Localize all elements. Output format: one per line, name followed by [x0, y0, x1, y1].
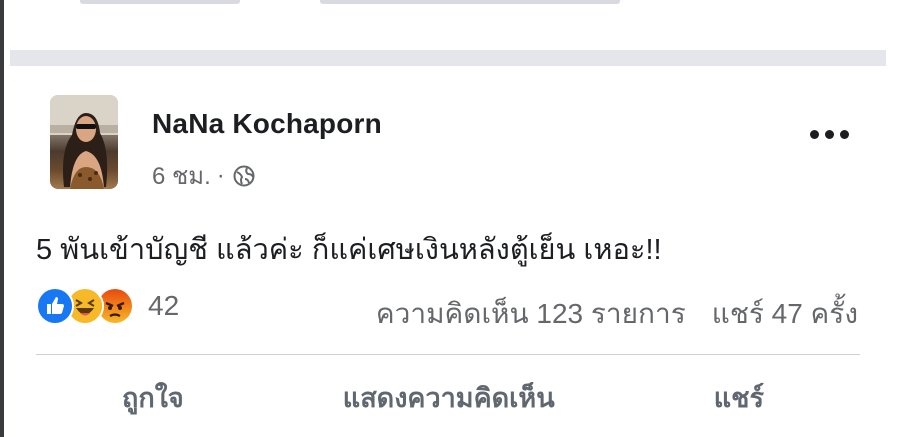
reactions-summary[interactable]: 42	[36, 287, 179, 325]
previous-post-button-remnant	[80, 0, 240, 4]
screenshot-frame: NaNa Kochaporn 6 ชม. · 5 พันเข้าบัญชี แล…	[0, 0, 900, 437]
avatar[interactable]	[50, 95, 118, 189]
post-text: 5 พันเข้าบัญชี แล้วค่ะ ก็แค่เศษเงินหลังต…	[36, 234, 662, 266]
left-edge	[0, 0, 4, 437]
post-card: NaNa Kochaporn 6 ชม. · 5 พันเข้าบัญชี แล…	[10, 66, 886, 437]
meta-separator: ·	[216, 161, 225, 189]
reaction-count: 42	[148, 290, 180, 321]
dot	[840, 129, 849, 139]
comment-count[interactable]: ความคิดเห็น 123 รายการ	[376, 298, 686, 329]
actions-divider	[36, 354, 860, 355]
post-meta: 6 ชม. ·	[152, 156, 255, 195]
like-button[interactable]: ถูกใจ	[122, 376, 184, 419]
comment-button[interactable]: แสดงความคิดเห็น	[343, 376, 555, 419]
dot	[825, 129, 834, 139]
share-button[interactable]: แชร์	[714, 376, 764, 419]
avatar-photo	[50, 95, 118, 189]
globe-icon[interactable]	[233, 165, 255, 187]
previous-post-button-remnant	[320, 0, 620, 4]
dot	[810, 129, 819, 139]
more-options-icon[interactable]	[810, 124, 854, 144]
post-author[interactable]: NaNa Kochaporn	[152, 108, 382, 140]
post-time[interactable]: 6 ชม.	[152, 156, 211, 195]
share-count[interactable]: แชร์ 47 ครั้ง	[712, 298, 858, 329]
post-actions-bar: ถูกใจ แสดงความคิดเห็น แชร์	[36, 372, 860, 422]
like-reaction-icon	[36, 287, 74, 325]
feed-separator	[10, 50, 886, 66]
engagement-counts: ความคิดเห็น 123 รายการ แชร์ 47 ครั้ง	[376, 292, 858, 336]
